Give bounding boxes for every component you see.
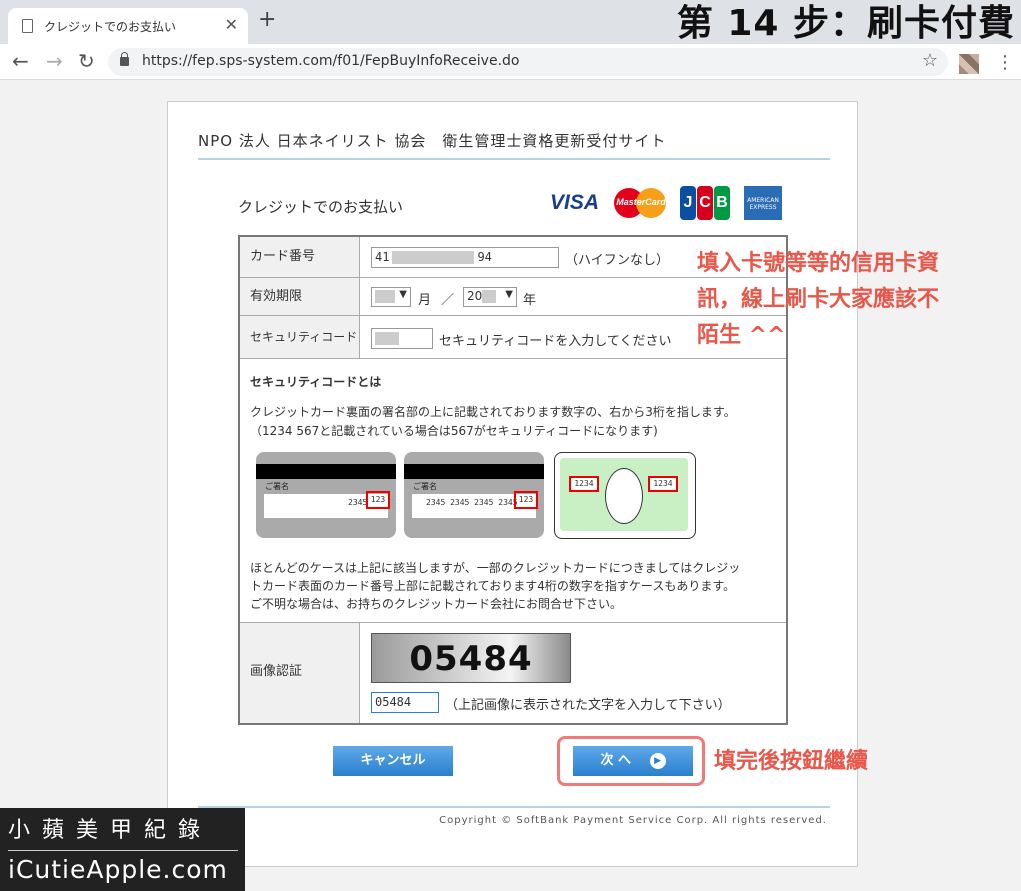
next-button-highlight [557, 736, 705, 786]
security-code-samples: ご署名 2345 123 ご署名 2345 2345 2345 2345 123… [256, 452, 696, 542]
card-number-input[interactable]: 41 94 [371, 247, 559, 268]
date-separator: ／ [441, 293, 455, 308]
annotation-next: 填完後按鈕繼續 [714, 749, 869, 774]
security-info-desc5: ご不明な場合は、お持ちのクレジットカード会社にお問合せ下さい。 [250, 597, 623, 611]
step-title: 第 14 步：刷卡付費 [676, 3, 1015, 44]
security-info-section: セキュリティコードとは クレジットカード裏面の署名部の上に記載されております数字… [240, 359, 786, 623]
security-code-note: セキュリティコードを入力してください [439, 334, 672, 349]
security-info-desc4: トカード表面のカード番号上部に記載されております4桁の数字を指すケースもあります… [250, 579, 736, 593]
forward-icon[interactable]: → [46, 49, 63, 73]
lock-icon [120, 52, 129, 66]
security-code-input[interactable] [371, 328, 433, 349]
amex-logo: AMERICAN EXPRESS [744, 186, 782, 220]
site-title: NPO 法人 日本ネイリスト 協会 衛生管理士資格更新受付サイト [198, 132, 667, 150]
expiry-label: 有効期限 [240, 278, 360, 315]
security-code-label: セキュリティコード [240, 316, 360, 358]
profile-avatar[interactable] [959, 54, 979, 74]
card-number-note: （ハイフンなし） [565, 253, 670, 268]
watermark-title: 小蘋美甲紀錄 [8, 818, 213, 843]
security-info-title: セキュリティコードとは [250, 375, 382, 389]
card-front-sample: 1234 1234 [554, 452, 696, 539]
browser-tab[interactable]: クレジットでのお支払い ✕ [8, 8, 248, 44]
captcha-label: 画像認証 [240, 623, 360, 723]
document-icon [22, 19, 33, 33]
captcha-input[interactable]: 05484 [371, 692, 439, 713]
watermark-site: iCutieApple.com [8, 855, 228, 884]
tab-title: クレジットでのお支払い [44, 20, 177, 34]
captcha-note: （上記画像に表示された文字を入力して下さい） [445, 698, 731, 713]
annotation-fill-info: 填入卡號等等的信用卡資 訊，線上刷卡大家應該不 陌生 ^^ [697, 251, 940, 348]
security-info-desc2: （1234 567と記載されている場合は567がセキュリティコードになります) [250, 424, 658, 438]
address-bar[interactable]: https://fep.sps-system.com/f01/FepBuyInf… [108, 48, 948, 76]
year-unit: 年 [523, 293, 537, 308]
captcha-row: 画像認証 05484 05484 （上記画像に表示された文字を入力して下さい） [240, 623, 786, 723]
copyright: Copyright © SoftBank Payment Service Cor… [439, 815, 827, 826]
month-unit: 月 [418, 293, 432, 308]
captcha-image: 05484 [371, 633, 571, 683]
payment-heading: クレジットでのお支払い [238, 198, 404, 216]
menu-icon[interactable]: ⋮ [996, 52, 1014, 73]
bookmark-star-icon[interactable]: ☆ [922, 50, 938, 71]
new-tab-button[interactable]: + [258, 9, 276, 31]
watermark: 小蘋美甲紀錄 iCutieApple.com [0, 808, 245, 891]
visa-logo: VISA [550, 191, 600, 214]
back-icon[interactable]: ← [12, 49, 29, 73]
divider [198, 158, 830, 160]
expiry-month-select[interactable]: ▼ [371, 287, 411, 307]
expiry-year-select[interactable]: 20 ▼ [463, 287, 517, 307]
browser-toolbar: ← → ↻ https://fep.sps-system.com/f01/Fep… [0, 44, 1021, 80]
security-info-desc3: ほとんどのケースは上記に該当しますが、一部のクレジットカードにつきましてはクレジ… [250, 561, 741, 575]
mastercard-logo: MasterCard [612, 186, 670, 220]
close-tab-icon[interactable]: ✕ [225, 15, 238, 34]
card-back-sample-2: ご署名 2345 2345 2345 2345 123 [404, 452, 544, 538]
card-back-sample-1: ご署名 2345 123 [256, 452, 396, 538]
card-number-label: カード番号 [240, 237, 360, 277]
security-info-desc1: クレジットカード裏面の署名部の上に記載されております数字の、右から3桁を指します… [250, 405, 736, 419]
tab-bar: クレジットでのお支払い ✕ + 第 14 步：刷卡付費 [0, 0, 1021, 44]
jcb-logo: J C B [680, 186, 730, 220]
url-text: https://fep.sps-system.com/f01/FepBuyInf… [142, 53, 520, 69]
reload-icon[interactable]: ↻ [78, 49, 95, 73]
cancel-button[interactable]: キャンセル [333, 746, 453, 776]
footer-divider [198, 806, 830, 808]
